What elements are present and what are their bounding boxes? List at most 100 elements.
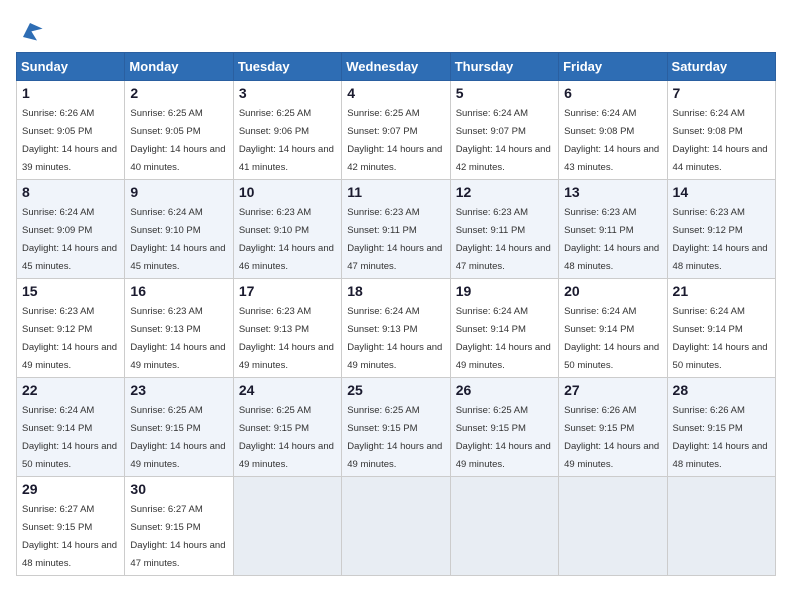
day-info: Sunrise: 6:26 AMSunset: 9:05 PMDaylight:…	[22, 108, 117, 173]
day-number: 19	[456, 283, 553, 299]
day-info: Sunrise: 6:24 AMSunset: 9:08 PMDaylight:…	[673, 108, 768, 173]
day-info: Sunrise: 6:24 AMSunset: 9:07 PMDaylight:…	[456, 108, 551, 173]
calendar-day-cell: 16 Sunrise: 6:23 AMSunset: 9:13 PMDaylig…	[125, 279, 233, 378]
day-info: Sunrise: 6:24 AMSunset: 9:14 PMDaylight:…	[22, 405, 117, 470]
calendar-day-cell: 9 Sunrise: 6:24 AMSunset: 9:10 PMDayligh…	[125, 180, 233, 279]
weekday-header-row: SundayMondayTuesdayWednesdayThursdayFrid…	[17, 53, 776, 81]
day-number: 5	[456, 85, 553, 101]
day-number: 3	[239, 85, 336, 101]
day-number: 16	[130, 283, 227, 299]
calendar-day-cell: 14 Sunrise: 6:23 AMSunset: 9:12 PMDaylig…	[667, 180, 775, 279]
day-info: Sunrise: 6:23 AMSunset: 9:11 PMDaylight:…	[456, 207, 551, 272]
day-info: Sunrise: 6:25 AMSunset: 9:06 PMDaylight:…	[239, 108, 334, 173]
day-number: 27	[564, 382, 661, 398]
day-info: Sunrise: 6:25 AMSunset: 9:05 PMDaylight:…	[130, 108, 225, 173]
day-number: 15	[22, 283, 119, 299]
day-number: 12	[456, 184, 553, 200]
day-info: Sunrise: 6:23 AMSunset: 9:12 PMDaylight:…	[673, 207, 768, 272]
weekday-header-cell: Friday	[559, 53, 667, 81]
calendar-week-row: 15 Sunrise: 6:23 AMSunset: 9:12 PMDaylig…	[17, 279, 776, 378]
day-info: Sunrise: 6:25 AMSunset: 9:15 PMDaylight:…	[239, 405, 334, 470]
day-number: 7	[673, 85, 770, 101]
logo	[16, 16, 48, 44]
calendar-day-cell: 23 Sunrise: 6:25 AMSunset: 9:15 PMDaylig…	[125, 378, 233, 477]
day-number: 20	[564, 283, 661, 299]
calendar-day-cell: 2 Sunrise: 6:25 AMSunset: 9:05 PMDayligh…	[125, 81, 233, 180]
day-number: 18	[347, 283, 444, 299]
weekday-header-cell: Tuesday	[233, 53, 341, 81]
calendar-day-cell: 28 Sunrise: 6:26 AMSunset: 9:15 PMDaylig…	[667, 378, 775, 477]
day-info: Sunrise: 6:25 AMSunset: 9:15 PMDaylight:…	[347, 405, 442, 470]
calendar-day-cell	[559, 477, 667, 576]
day-info: Sunrise: 6:24 AMSunset: 9:14 PMDaylight:…	[564, 306, 659, 371]
day-info: Sunrise: 6:25 AMSunset: 9:15 PMDaylight:…	[456, 405, 551, 470]
calendar-day-cell: 12 Sunrise: 6:23 AMSunset: 9:11 PMDaylig…	[450, 180, 558, 279]
calendar-day-cell: 18 Sunrise: 6:24 AMSunset: 9:13 PMDaylig…	[342, 279, 450, 378]
day-number: 29	[22, 481, 119, 497]
calendar-day-cell: 25 Sunrise: 6:25 AMSunset: 9:15 PMDaylig…	[342, 378, 450, 477]
calendar-day-cell: 26 Sunrise: 6:25 AMSunset: 9:15 PMDaylig…	[450, 378, 558, 477]
calendar-day-cell: 30 Sunrise: 6:27 AMSunset: 9:15 PMDaylig…	[125, 477, 233, 576]
calendar-day-cell	[233, 477, 341, 576]
day-info: Sunrise: 6:24 AMSunset: 9:09 PMDaylight:…	[22, 207, 117, 272]
header	[16, 16, 776, 44]
calendar-day-cell: 1 Sunrise: 6:26 AMSunset: 9:05 PMDayligh…	[17, 81, 125, 180]
weekday-header-cell: Saturday	[667, 53, 775, 81]
day-number: 23	[130, 382, 227, 398]
calendar-day-cell: 10 Sunrise: 6:23 AMSunset: 9:10 PMDaylig…	[233, 180, 341, 279]
calendar-day-cell: 6 Sunrise: 6:24 AMSunset: 9:08 PMDayligh…	[559, 81, 667, 180]
day-info: Sunrise: 6:23 AMSunset: 9:12 PMDaylight:…	[22, 306, 117, 371]
day-number: 17	[239, 283, 336, 299]
calendar-day-cell: 21 Sunrise: 6:24 AMSunset: 9:14 PMDaylig…	[667, 279, 775, 378]
calendar-day-cell: 7 Sunrise: 6:24 AMSunset: 9:08 PMDayligh…	[667, 81, 775, 180]
calendar-day-cell: 24 Sunrise: 6:25 AMSunset: 9:15 PMDaylig…	[233, 378, 341, 477]
day-number: 25	[347, 382, 444, 398]
day-info: Sunrise: 6:24 AMSunset: 9:10 PMDaylight:…	[130, 207, 225, 272]
day-number: 6	[564, 85, 661, 101]
day-number: 30	[130, 481, 227, 497]
calendar-day-cell	[450, 477, 558, 576]
day-number: 26	[456, 382, 553, 398]
day-info: Sunrise: 6:27 AMSunset: 9:15 PMDaylight:…	[130, 504, 225, 569]
calendar-body: 1 Sunrise: 6:26 AMSunset: 9:05 PMDayligh…	[17, 81, 776, 576]
calendar-day-cell: 3 Sunrise: 6:25 AMSunset: 9:06 PMDayligh…	[233, 81, 341, 180]
day-info: Sunrise: 6:23 AMSunset: 9:10 PMDaylight:…	[239, 207, 334, 272]
calendar-day-cell: 27 Sunrise: 6:26 AMSunset: 9:15 PMDaylig…	[559, 378, 667, 477]
calendar-week-row: 1 Sunrise: 6:26 AMSunset: 9:05 PMDayligh…	[17, 81, 776, 180]
day-info: Sunrise: 6:25 AMSunset: 9:07 PMDaylight:…	[347, 108, 442, 173]
day-info: Sunrise: 6:24 AMSunset: 9:13 PMDaylight:…	[347, 306, 442, 371]
day-info: Sunrise: 6:24 AMSunset: 9:14 PMDaylight:…	[673, 306, 768, 371]
weekday-header-cell: Monday	[125, 53, 233, 81]
day-number: 22	[22, 382, 119, 398]
day-number: 11	[347, 184, 444, 200]
day-number: 28	[673, 382, 770, 398]
calendar-day-cell: 8 Sunrise: 6:24 AMSunset: 9:09 PMDayligh…	[17, 180, 125, 279]
calendar-day-cell: 22 Sunrise: 6:24 AMSunset: 9:14 PMDaylig…	[17, 378, 125, 477]
day-info: Sunrise: 6:23 AMSunset: 9:13 PMDaylight:…	[130, 306, 225, 371]
calendar-week-row: 8 Sunrise: 6:24 AMSunset: 9:09 PMDayligh…	[17, 180, 776, 279]
day-number: 21	[673, 283, 770, 299]
weekday-header-cell: Sunday	[17, 53, 125, 81]
day-info: Sunrise: 6:26 AMSunset: 9:15 PMDaylight:…	[564, 405, 659, 470]
day-number: 8	[22, 184, 119, 200]
day-number: 10	[239, 184, 336, 200]
calendar-day-cell: 13 Sunrise: 6:23 AMSunset: 9:11 PMDaylig…	[559, 180, 667, 279]
day-number: 1	[22, 85, 119, 101]
calendar-day-cell: 17 Sunrise: 6:23 AMSunset: 9:13 PMDaylig…	[233, 279, 341, 378]
calendar-week-row: 29 Sunrise: 6:27 AMSunset: 9:15 PMDaylig…	[17, 477, 776, 576]
calendar-day-cell	[667, 477, 775, 576]
weekday-header-cell: Wednesday	[342, 53, 450, 81]
day-info: Sunrise: 6:25 AMSunset: 9:15 PMDaylight:…	[130, 405, 225, 470]
day-number: 13	[564, 184, 661, 200]
calendar-day-cell: 15 Sunrise: 6:23 AMSunset: 9:12 PMDaylig…	[17, 279, 125, 378]
day-info: Sunrise: 6:23 AMSunset: 9:11 PMDaylight:…	[347, 207, 442, 272]
calendar-day-cell: 29 Sunrise: 6:27 AMSunset: 9:15 PMDaylig…	[17, 477, 125, 576]
day-info: Sunrise: 6:23 AMSunset: 9:11 PMDaylight:…	[564, 207, 659, 272]
day-info: Sunrise: 6:24 AMSunset: 9:14 PMDaylight:…	[456, 306, 551, 371]
calendar-day-cell: 4 Sunrise: 6:25 AMSunset: 9:07 PMDayligh…	[342, 81, 450, 180]
day-number: 4	[347, 85, 444, 101]
calendar-day-cell: 20 Sunrise: 6:24 AMSunset: 9:14 PMDaylig…	[559, 279, 667, 378]
calendar-week-row: 22 Sunrise: 6:24 AMSunset: 9:14 PMDaylig…	[17, 378, 776, 477]
calendar-day-cell: 19 Sunrise: 6:24 AMSunset: 9:14 PMDaylig…	[450, 279, 558, 378]
day-info: Sunrise: 6:23 AMSunset: 9:13 PMDaylight:…	[239, 306, 334, 371]
